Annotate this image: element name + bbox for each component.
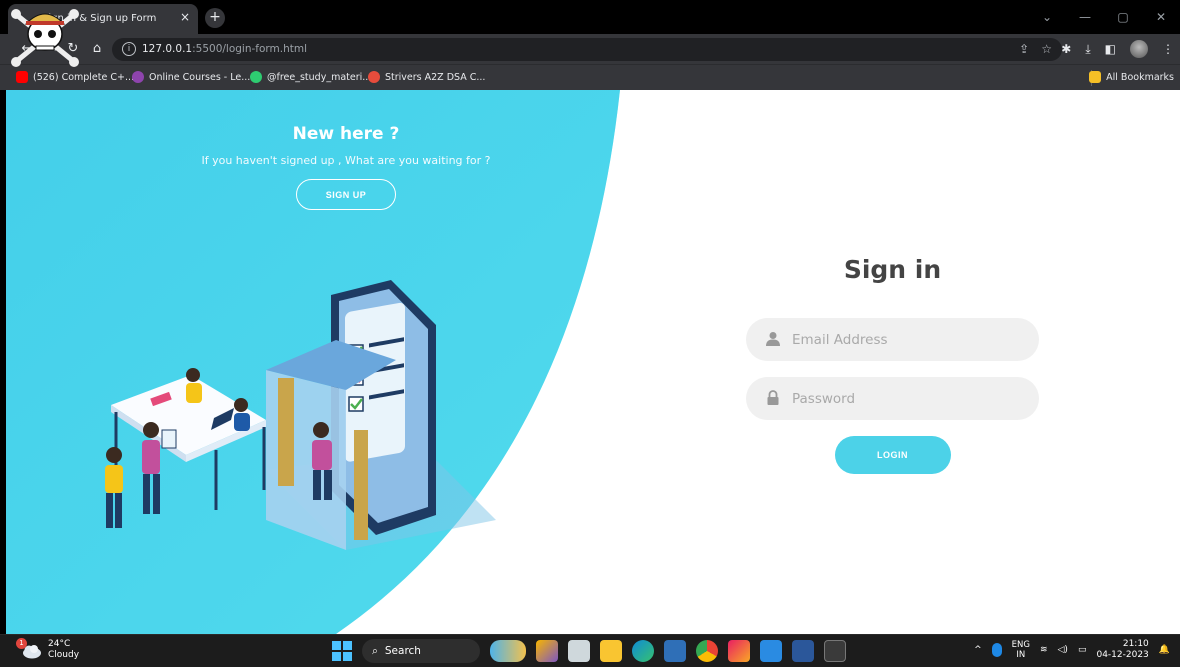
store-icon[interactable] (664, 640, 686, 662)
taskbar-apps: ⌕ Search (332, 639, 846, 663)
task-view-icon[interactable] (568, 640, 590, 662)
vscode-icon[interactable] (760, 640, 782, 662)
all-bookmarks-label: All Bookmarks (1106, 71, 1174, 83)
signup-heading: New here ? (292, 124, 400, 144)
bookmark-star-icon[interactable]: ☆ (1041, 42, 1052, 56)
battery-icon[interactable]: ▭ (1078, 645, 1087, 655)
tab-close-icon[interactable]: × (180, 10, 190, 24)
telegram-icon (250, 71, 262, 83)
bookmark-label: Online Courses - Le... (149, 71, 251, 83)
url-text: 127.0.0.1:5500/login-form.html (142, 43, 307, 55)
tray-overflow-icon[interactable]: ^ (974, 645, 982, 655)
signup-panel: New here ? If you haven't signed up , Wh… (196, 124, 496, 210)
close-window-icon[interactable]: ✕ (1142, 0, 1180, 34)
volume-icon[interactable]: ◁) (1058, 645, 1068, 655)
all-bookmarks[interactable]: All Bookmarks (1089, 71, 1174, 83)
page-viewport: New here ? If you haven't signed up , Wh… (6, 90, 1180, 634)
sign-up-button[interactable]: SIGN UP (296, 179, 396, 210)
youtube-icon (16, 71, 28, 83)
minimize-icon[interactable]: — (1066, 0, 1104, 34)
signup-subtext: If you haven't signed up , What are you … (201, 154, 491, 167)
download-icon[interactable]: ⤓ (1085, 42, 1090, 57)
browser-chrome: Sign in & Sign up Form × + ⌄ — ▢ ✕ ← → ↻… (0, 0, 1180, 90)
bookmark-item[interactable]: Strivers A2Z DSA C... (368, 71, 485, 83)
share-icon[interactable]: ⇪ (1019, 42, 1029, 56)
home-icon[interactable]: ⌂ (88, 40, 106, 58)
login-button[interactable]: LOGIN (834, 436, 951, 474)
site-info-icon[interactable]: i (122, 42, 136, 56)
lang-top: ENG (1011, 640, 1030, 650)
password-input[interactable] (792, 377, 1022, 420)
copilot-icon[interactable] (536, 640, 558, 662)
signin-title: Sign in (843, 255, 942, 284)
extensions-icon[interactable]: ✱ (1061, 42, 1071, 56)
tab-strip: Sign in & Sign up Form × + ⌄ — ▢ ✕ (0, 0, 1180, 34)
bookmark-item[interactable]: (526) Complete C+... (16, 71, 134, 83)
clock-date: 04-12-2023 (1096, 650, 1149, 660)
widget-icon[interactable] (490, 640, 526, 662)
browser-toolbar: ← → ↻ ⌂ i 127.0.0.1:5500/login-form.html… (0, 34, 1180, 64)
windows-start-icon[interactable] (332, 641, 352, 661)
file-explorer-icon[interactable] (600, 640, 622, 662)
courses-icon (132, 71, 144, 83)
chrome-icon[interactable] (696, 640, 718, 662)
tab-search-icon[interactable]: ⌄ (1028, 0, 1066, 34)
signin-form: Sign in LOGIN (746, 255, 1039, 474)
bookmarks-bar: (526) Complete C+... Online Courses - Le… (0, 64, 1180, 90)
address-bar[interactable]: i 127.0.0.1:5500/login-form.html ⇪ ☆ (112, 38, 1062, 61)
taskbar-search-label: Search (384, 645, 421, 657)
clock-time: 21:10 (1122, 639, 1149, 649)
email-field[interactable] (746, 318, 1039, 361)
weather-badge: 1 (16, 638, 27, 649)
omnibox-actions: ⇪ ☆ (1019, 42, 1052, 56)
windows-taskbar: 1 24°C Cloudy ⌕ Search ^ ENG IN ≋ ◁) ▭ 2… (0, 634, 1180, 667)
notification-bell-icon[interactable]: 🔔 (1159, 645, 1170, 655)
url-host: 127.0.0.1 (142, 43, 193, 55)
clock[interactable]: 21:10 04-12-2023 (1096, 639, 1148, 661)
figma-icon[interactable] (728, 640, 750, 662)
lang-bottom: IN (1016, 650, 1026, 660)
new-tab-button[interactable]: + (205, 8, 225, 28)
restore-icon[interactable]: ▢ (1104, 0, 1142, 34)
url-path: :5500/login-form.html (192, 43, 308, 55)
profile-avatar[interactable] (1130, 40, 1148, 58)
bookmark-label: @free_study_materi... (267, 71, 372, 83)
menu-icon[interactable]: ⋮ (1162, 42, 1174, 56)
taskbar-search[interactable]: ⌕ Search (362, 639, 480, 663)
bookmark-item[interactable]: @free_study_materi... (250, 71, 371, 83)
wifi-icon[interactable]: ≋ (1040, 645, 1048, 655)
search-icon: ⌕ (372, 644, 378, 657)
window-controls: ⌄ — ▢ ✕ (1028, 0, 1180, 34)
weather-temp: 24°C (48, 639, 71, 649)
bookmark-label: (526) Complete C+... (33, 71, 135, 83)
email-input[interactable] (792, 318, 1022, 361)
weather-widget[interactable]: 1 24°C Cloudy (16, 638, 80, 661)
lock-icon (767, 390, 779, 405)
user-icon (766, 332, 780, 346)
language-indicator[interactable]: ENG IN (1012, 640, 1030, 660)
skull-logo-icon (11, 9, 79, 67)
illustration-image (105, 280, 496, 550)
system-tray: ^ ENG IN ≋ ◁) ▭ 21:10 04-12-2023 🔔 (974, 639, 1170, 661)
weather-desc: Cloudy (48, 650, 80, 660)
cloud-icon: 1 (16, 638, 42, 659)
toolbar-actions: ✱ ⤓ ◧ ⋮ (1061, 40, 1174, 58)
side-panel-icon[interactable]: ◧ (1105, 42, 1116, 56)
folder-icon (1089, 71, 1102, 83)
bookmark-item[interactable]: Online Courses - Le... (132, 71, 250, 83)
edge-icon[interactable] (632, 640, 654, 662)
snipping-tool-icon[interactable] (824, 640, 846, 662)
bookmark-label: Strivers A2Z DSA C... (385, 71, 486, 83)
word-icon[interactable] (792, 640, 814, 662)
striver-icon (368, 71, 380, 83)
password-field[interactable] (746, 377, 1039, 420)
bluetooth-icon[interactable] (991, 643, 1002, 657)
